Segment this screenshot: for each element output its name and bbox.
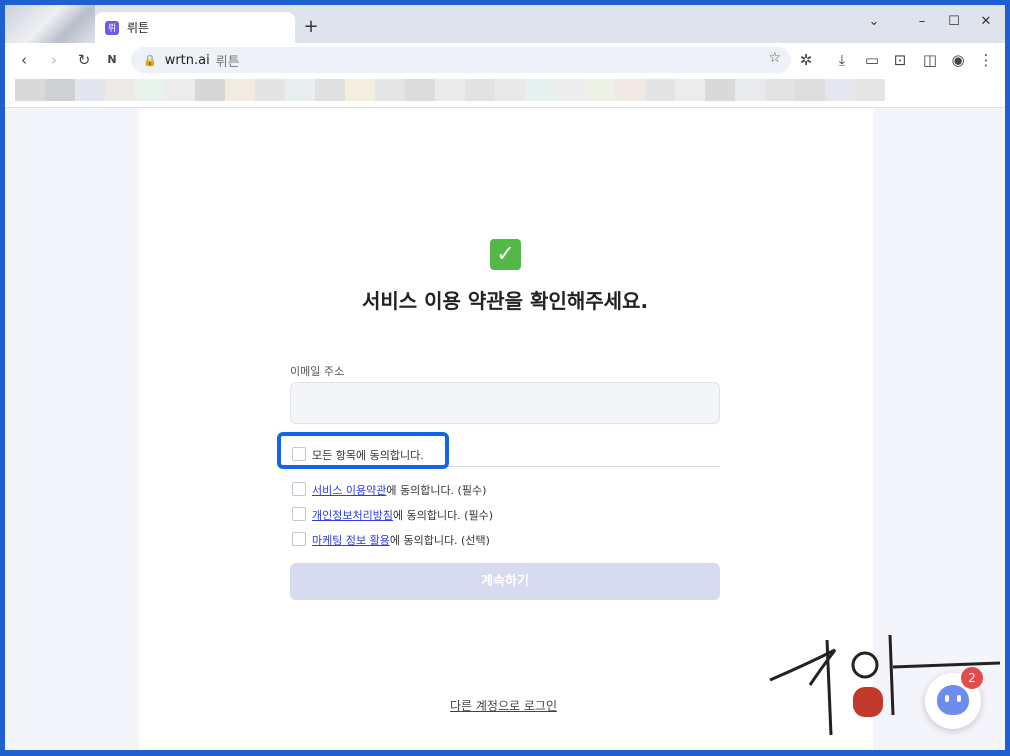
signature-stroke — [769, 648, 837, 686]
cast-icon[interactable]: ▭ — [861, 49, 883, 71]
maximize-icon[interactable]: ☐ — [943, 11, 965, 33]
tab-title: 뤼튼 — [127, 21, 150, 35]
bookmarks-bar — [15, 79, 887, 101]
sidebar-icon[interactable]: ◫ — [919, 49, 941, 71]
bookmark-item[interactable] — [255, 79, 285, 101]
bookmark-item[interactable] — [405, 79, 435, 101]
back-icon[interactable]: ‹ — [13, 49, 35, 71]
bookmark-item[interactable] — [165, 79, 195, 101]
terms-service-label: 서비스 이용약관에 동의합니다. (필수) — [312, 482, 486, 498]
url-text: wrtn.ai — [164, 52, 210, 68]
naver-icon[interactable]: N — [101, 49, 123, 71]
bookmark-item[interactable] — [795, 79, 825, 101]
marketing-suffix: 에 동의합니다. (선택) — [389, 534, 490, 547]
continue-button[interactable]: 계속하기 — [290, 563, 720, 600]
new-tab-button[interactable]: + — [301, 17, 321, 37]
bookmark-item[interactable] — [855, 79, 885, 101]
browser-window: 뤼 뤼튼 + ⌄ – ☐ ✕ ‹ › ↻ N 🔒 wrtn.ai 뤼튼 ☆ ✲ … — [5, 5, 1005, 750]
browser-toolbar: ‹ › ↻ N 🔒 wrtn.ai 뤼튼 ☆ ✲ ⤓ ▭ ⊡ ◫ ◉ ⋮ — [5, 43, 1005, 77]
bookmark-item[interactable] — [645, 79, 675, 101]
tab-wrtn[interactable]: 뤼 뤼튼 — [95, 12, 295, 43]
seal-stamp — [853, 687, 883, 717]
extensions-icon[interactable]: ✲ — [795, 49, 817, 71]
chat-notification-badge: 2 — [961, 667, 983, 689]
bookmark-item[interactable] — [105, 79, 135, 101]
bookmark-item[interactable] — [495, 79, 525, 101]
screenshot-icon[interactable]: ⊡ — [889, 49, 911, 71]
other-account-login-link[interactable]: 다른 계정으로 로그인 — [450, 697, 557, 714]
privacy-policy-suffix: 에 동의합니다. (필수) — [392, 509, 494, 522]
bookmark-item[interactable] — [825, 79, 855, 101]
bookmark-item[interactable] — [435, 79, 465, 101]
bookmark-item[interactable] — [585, 79, 615, 101]
bookmark-item[interactable] — [75, 79, 105, 101]
wrtn-favicon-icon: 뤼 — [105, 20, 119, 35]
tab-bar-decoration — [5, 5, 95, 43]
bookmark-item[interactable] — [375, 79, 405, 101]
bookmark-item[interactable] — [765, 79, 795, 101]
star-icon[interactable]: ☆ — [768, 50, 781, 66]
agree-all-highlight-box — [277, 432, 449, 469]
email-field[interactable] — [290, 382, 720, 424]
privacy-policy-link[interactable]: 개인정보처리방침 — [312, 509, 393, 522]
bookmark-item[interactable] — [615, 79, 645, 101]
check-mark-icon: ✓ — [490, 239, 521, 270]
page-title: 서비스 이용 약관을 확인해주세요. — [361, 289, 649, 313]
download-icon[interactable]: ⤓ — [831, 49, 853, 71]
terms-service-suffix: 에 동의합니다. (필수) — [386, 484, 487, 497]
bookmark-item[interactable] — [555, 79, 585, 101]
bookmark-item[interactable] — [225, 79, 255, 101]
signature-stroke — [851, 651, 879, 679]
bookmark-item[interactable] — [705, 79, 735, 101]
marketing-checkbox[interactable] — [292, 532, 306, 546]
bookmark-item[interactable] — [315, 79, 345, 101]
bookmark-item[interactable] — [675, 79, 705, 101]
bookmark-item[interactable] — [45, 79, 75, 101]
bookmark-item[interactable] — [465, 79, 495, 101]
marketing-label: 마케팅 정보 활용에 동의합니다. (선택) — [312, 532, 490, 548]
reload-icon[interactable]: ↻ — [73, 49, 95, 71]
privacy-policy-checkbox[interactable] — [292, 507, 306, 521]
bookmark-item[interactable] — [195, 79, 225, 101]
bookmark-item[interactable] — [15, 79, 45, 101]
email-label: 이메일 주소 — [290, 365, 345, 378]
forward-icon[interactable]: › — [43, 49, 65, 71]
address-bar[interactable]: 🔒 wrtn.ai 뤼튼 ☆ — [131, 47, 791, 73]
minimize-icon[interactable]: – — [911, 11, 933, 33]
lock-icon[interactable]: 🔒 — [143, 54, 157, 67]
close-window-icon[interactable]: ✕ — [975, 11, 997, 33]
bookmark-item[interactable] — [345, 79, 375, 101]
tab-bar: 뤼 뤼튼 + ⌄ – ☐ ✕ — [5, 5, 1005, 43]
bookmark-item[interactable] — [525, 79, 555, 101]
bookmark-item[interactable] — [135, 79, 165, 101]
bookmark-item[interactable] — [735, 79, 765, 101]
terms-card — [139, 108, 873, 750]
url-page-title: 뤼튼 — [215, 54, 240, 70]
terms-service-link[interactable]: 서비스 이용약관 — [312, 484, 386, 497]
marketing-link[interactable]: 마케팅 정보 활용 — [312, 534, 390, 547]
tab-search-chevron-icon[interactable]: ⌄ — [863, 11, 885, 33]
bookmark-item[interactable] — [285, 79, 315, 101]
terms-service-checkbox[interactable] — [292, 482, 306, 496]
menu-icon[interactable]: ⋮ — [975, 49, 997, 71]
privacy-policy-label: 개인정보처리방침에 동의합니다. (필수) — [312, 507, 493, 523]
profile-icon[interactable]: ◉ — [947, 49, 969, 71]
chat-bot-icon — [937, 685, 969, 715]
